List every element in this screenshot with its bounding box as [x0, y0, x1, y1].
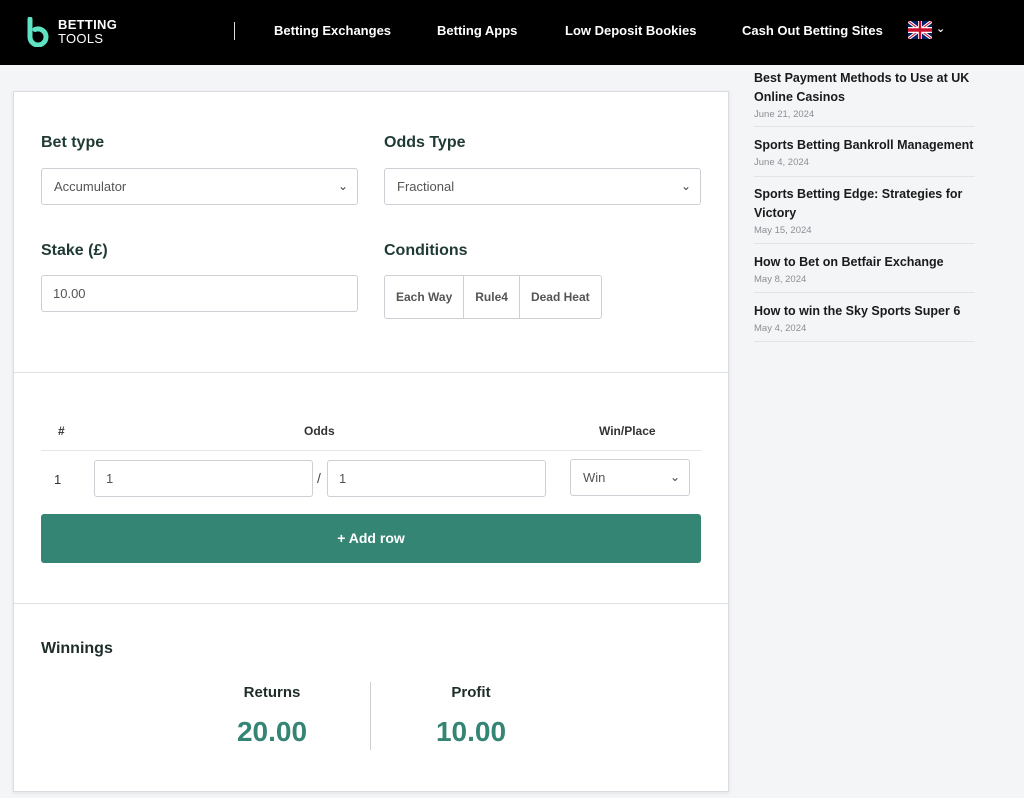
chevron-down-icon: ⌄	[680, 179, 691, 193]
chevron-down-icon: ⌄	[337, 179, 348, 193]
logo-text: BETTING TOOLS	[58, 18, 117, 46]
win-place-value: Win	[583, 470, 606, 485]
section-divider	[14, 372, 728, 373]
rule4-toggle[interactable]: Rule4	[463, 275, 519, 319]
sidebar-article[interactable]: How to Bet on Betfair Exchange May 8, 20…	[754, 253, 975, 293]
article-title[interactable]: Sports Betting Edge: Strategies for Vict…	[754, 185, 975, 223]
sidebar-article[interactable]: Best Payment Methods to Use at UK Online…	[754, 69, 975, 127]
profit-value: 10.00	[435, 716, 507, 747]
winnings-title: Winnings	[41, 640, 113, 657]
column-header-win-place: Win/Place	[599, 424, 656, 438]
article-date: June 4, 2024	[754, 157, 809, 168]
article-title[interactable]: Best Payment Methods to Use at UK Online…	[754, 69, 975, 107]
returns-label: Returns	[243, 684, 301, 701]
bet-calculator-card: Bet type Accumulator ⌄ Odds Type Fractio…	[13, 91, 729, 792]
article-date: June 21, 2024	[754, 109, 815, 120]
article-title[interactable]: Sports Betting Bankroll Management	[754, 136, 975, 155]
language-chevron-down-icon[interactable]: ⌄	[936, 22, 945, 35]
stake-label: Stake (£)	[41, 242, 108, 259]
sidebar-article[interactable]: How to win the Sky Sports Super 6 May 4,…	[754, 302, 975, 342]
article-date: May 8, 2024	[754, 274, 807, 285]
each-way-toggle[interactable]: Each Way	[384, 275, 464, 319]
uk-flag-icon[interactable]	[908, 21, 932, 39]
article-title[interactable]: How to Bet on Betfair Exchange	[754, 253, 975, 272]
dead-heat-toggle[interactable]: Dead Heat	[518, 275, 602, 319]
chevron-down-icon: ⌄	[669, 470, 680, 484]
column-header-number: #	[58, 424, 65, 438]
results-divider	[370, 682, 371, 750]
logo-line-1: BETTING	[58, 17, 118, 32]
stake-input[interactable]: 10.00	[41, 275, 358, 312]
sidebar-article[interactable]: Sports Betting Edge: Strategies for Vict…	[754, 185, 975, 244]
article-date: May 15, 2024	[754, 225, 812, 236]
nav-cash-out-betting-sites[interactable]: Cash Out Betting Sites	[742, 23, 883, 38]
odds-separator: /	[317, 470, 321, 486]
nav-divider	[234, 22, 235, 40]
nav-betting-exchanges[interactable]: Betting Exchanges	[274, 23, 391, 38]
odds-type-value: Fractional	[397, 179, 455, 194]
article-date: May 4, 2024	[754, 323, 807, 334]
table-row-divider	[41, 450, 701, 451]
odds-type-select[interactable]: Fractional ⌄	[384, 168, 701, 205]
odds-type-label: Odds Type	[384, 134, 466, 151]
returns-value: 20.00	[236, 716, 308, 747]
conditions-label: Conditions	[384, 242, 468, 259]
site-logo[interactable]: BETTING TOOLS	[26, 17, 136, 47]
conditions-button-group: Each Way Rule4 Dead Heat	[384, 275, 602, 319]
bet-type-label: Bet type	[41, 134, 105, 151]
section-divider	[14, 603, 728, 604]
nav-low-deposit-bookies[interactable]: Low Deposit Bookies	[565, 23, 696, 38]
row-number: 1	[54, 472, 62, 487]
odds-numerator-input[interactable]: 1	[94, 460, 313, 497]
top-navigation-bar: BETTING TOOLS Betting Exchanges Betting …	[0, 0, 1024, 65]
nav-betting-apps[interactable]: Betting Apps	[437, 23, 517, 38]
column-header-odds: Odds	[304, 424, 335, 438]
article-title[interactable]: How to win the Sky Sports Super 6	[754, 302, 975, 321]
add-row-button[interactable]: + Add row	[41, 514, 701, 563]
odds-denominator-input[interactable]: 1	[327, 460, 546, 497]
logo-line-2: TOOLS	[58, 31, 104, 46]
logo-mark-icon	[27, 17, 49, 47]
win-place-select[interactable]: Win ⌄	[570, 459, 690, 496]
sidebar-article[interactable]: Sports Betting Bankroll Management June …	[754, 136, 975, 177]
bet-type-value: Accumulator	[54, 179, 127, 194]
profit-label: Profit	[451, 684, 491, 701]
bet-type-select[interactable]: Accumulator ⌄	[41, 168, 358, 205]
